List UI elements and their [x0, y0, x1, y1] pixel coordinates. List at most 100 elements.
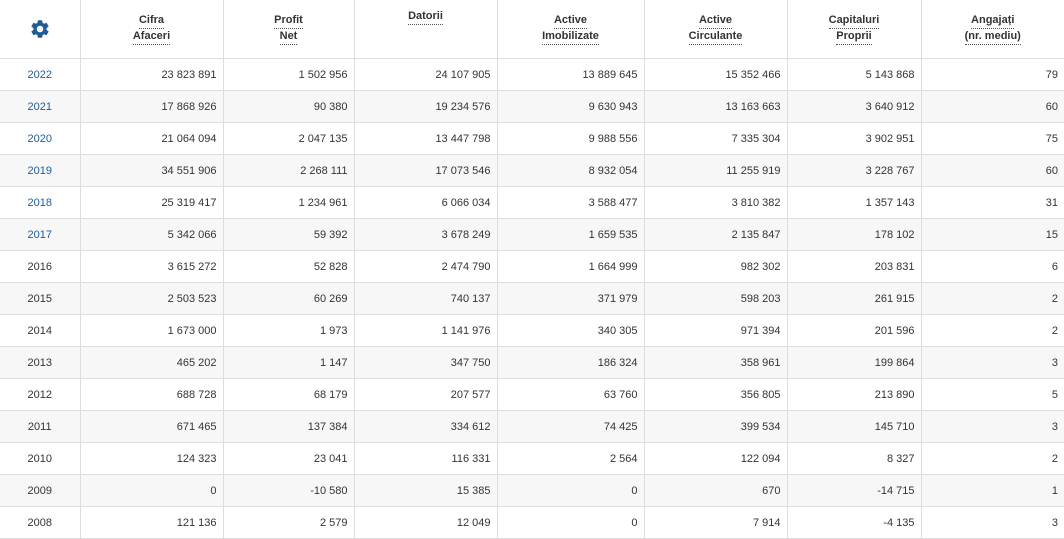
year-cell[interactable]: 2017 [0, 218, 81, 251]
active-imobilizate-cell: 2 564 [496, 442, 645, 475]
year-cell[interactable]: 2018 [0, 186, 81, 219]
profit-net-cell: 137 384 [222, 410, 355, 443]
year-label: 2012 [27, 388, 52, 401]
year-label: 2014 [27, 324, 52, 337]
capitaluri-proprii-cell: 178 102 [786, 218, 922, 251]
cifra-afaceri-cell: 17 868 926 [79, 90, 224, 123]
profit-net-cell: 2 268 111 [222, 154, 355, 187]
active-circulante-cell: 2 135 847 [643, 218, 788, 251]
year-cell[interactable]: 2022 [0, 58, 81, 91]
table-row: 2016 3 615 272 52 828 2 474 790 1 664 999 982… [0, 250, 1064, 283]
capitaluri-proprii-cell: 201 596 [786, 314, 922, 347]
year-cell: 2015 [0, 282, 81, 315]
active-imobilizate-cell: 9 630 943 [496, 90, 645, 123]
cifra-afaceri-cell: 465 202 [79, 346, 224, 379]
column-header-profit-net[interactable]: Profit Net [222, 0, 355, 59]
year-cell[interactable]: 2019 [0, 154, 81, 187]
column-header-datorii[interactable]: Datorii [353, 0, 498, 59]
profit-net-cell: 1 973 [222, 314, 355, 347]
angajati-cell: 5 [920, 378, 1064, 411]
angajati-cell: 79 [920, 58, 1064, 91]
year-cell: 2008 [0, 506, 81, 539]
capitaluri-proprii-cell: 145 710 [786, 410, 922, 443]
column-header-capitaluri-proprii[interactable]: Capitaluri Proprii [786, 0, 922, 59]
year-link[interactable]: 2018 [28, 197, 52, 209]
active-imobilizate-cell: 74 425 [496, 410, 645, 443]
year-label: 2010 [27, 452, 52, 465]
angajati-cell: 2 [920, 314, 1064, 347]
cifra-afaceri-cell: 671 465 [79, 410, 224, 443]
table-row: 2015 2 503 523 60 269 740 137 371 979 598 203… [0, 282, 1064, 315]
datorii-cell: 2 474 790 [353, 250, 498, 283]
cifra-afaceri-cell: 0 [79, 474, 224, 507]
profit-net-cell: 2 047 135 [222, 122, 355, 155]
year-cell[interactable]: 2021 [0, 90, 81, 123]
cifra-afaceri-cell: 1 673 000 [79, 314, 224, 347]
table-row: 2020 21 064 094 2 047 135 13 447 798 9 988 5… [0, 122, 1064, 155]
profit-net-cell: 23 041 [222, 442, 355, 475]
datorii-cell: 6 066 034 [353, 186, 498, 219]
datorii-cell: 3 678 249 [353, 218, 498, 251]
profit-net-cell: 1 147 [222, 346, 355, 379]
year-cell[interactable]: 2020 [0, 122, 81, 155]
year-cell: 2014 [0, 314, 81, 347]
active-imobilizate-cell: 8 932 054 [496, 154, 645, 187]
table-row: 2021 17 868 926 90 380 19 234 576 9 630 943 1… [0, 90, 1064, 123]
year-label: 2013 [27, 356, 52, 369]
capitaluri-proprii-cell: 1 357 143 [786, 186, 922, 219]
year-link[interactable]: 2021 [28, 101, 52, 113]
angajati-cell: 2 [920, 442, 1064, 475]
capitaluri-proprii-cell: 3 228 767 [786, 154, 922, 187]
datorii-cell: 24 107 905 [353, 58, 498, 91]
cifra-afaceri-cell: 3 615 272 [79, 250, 224, 283]
year-cell: 2013 [0, 346, 81, 379]
year-link[interactable]: 2017 [28, 229, 52, 241]
capitaluri-proprii-cell: 5 143 868 [786, 58, 922, 91]
datorii-cell: 334 612 [353, 410, 498, 443]
year-cell: 2016 [0, 250, 81, 283]
active-circulante-cell: 670 [643, 474, 788, 507]
active-imobilizate-cell: 3 588 477 [496, 186, 645, 219]
cifra-afaceri-cell: 34 551 906 [79, 154, 224, 187]
year-link[interactable]: 2022 [28, 69, 52, 81]
table-row: 2008 121 136 2 579 12 049 0 7 914 -4 135 3 [0, 506, 1064, 539]
settings-header-cell[interactable] [0, 0, 81, 59]
profit-net-cell: 1 234 961 [222, 186, 355, 219]
profit-net-cell: -10 580 [222, 474, 355, 507]
active-imobilizate-cell: 13 889 645 [496, 58, 645, 91]
capitaluri-proprii-cell: 3 902 951 [786, 122, 922, 155]
angajati-cell: 1 [920, 474, 1064, 507]
table-row: 2017 5 342 066 59 392 3 678 249 1 659 535 2 1… [0, 218, 1064, 251]
column-header-active-imobilizate[interactable]: Active Imobilizate [496, 0, 645, 59]
active-circulante-cell: 7 335 304 [643, 122, 788, 155]
column-header-angajati[interactable]: Angajați (nr. mediu) [920, 0, 1064, 59]
gear-icon[interactable] [29, 18, 51, 40]
table-row: 2009 0 -10 580 15 385 0 670 -14 715 1 [0, 474, 1064, 507]
cifra-afaceri-cell: 5 342 066 [79, 218, 224, 251]
profit-net-cell: 1 502 956 [222, 58, 355, 91]
active-circulante-cell: 11 255 919 [643, 154, 788, 187]
profit-net-cell: 68 179 [222, 378, 355, 411]
datorii-cell: 13 447 798 [353, 122, 498, 155]
column-header-active-circulante[interactable]: Active Circulante [643, 0, 788, 59]
table-body: 2022 23 823 891 1 502 956 24 107 905 13 889 … [0, 58, 1064, 539]
column-header-cifra-afaceri[interactable]: Cifra Afaceri [79, 0, 224, 59]
table-row: 2022 23 823 891 1 502 956 24 107 905 13 889 … [0, 58, 1064, 91]
capitaluri-proprii-cell: 8 327 [786, 442, 922, 475]
active-imobilizate-cell: 1 664 999 [496, 250, 645, 283]
angajati-cell: 2 [920, 282, 1064, 315]
active-circulante-cell: 13 163 663 [643, 90, 788, 123]
active-circulante-cell: 971 394 [643, 314, 788, 347]
datorii-cell: 347 750 [353, 346, 498, 379]
year-link[interactable]: 2020 [28, 133, 52, 145]
datorii-cell: 1 141 976 [353, 314, 498, 347]
active-imobilizate-cell: 186 324 [496, 346, 645, 379]
year-cell: 2012 [0, 378, 81, 411]
cifra-afaceri-cell: 2 503 523 [79, 282, 224, 315]
datorii-cell: 15 385 [353, 474, 498, 507]
active-circulante-cell: 356 805 [643, 378, 788, 411]
angajati-cell: 15 [920, 218, 1064, 251]
year-link[interactable]: 2019 [28, 165, 52, 177]
capitaluri-proprii-cell: 3 640 912 [786, 90, 922, 123]
active-imobilizate-cell: 1 659 535 [496, 218, 645, 251]
